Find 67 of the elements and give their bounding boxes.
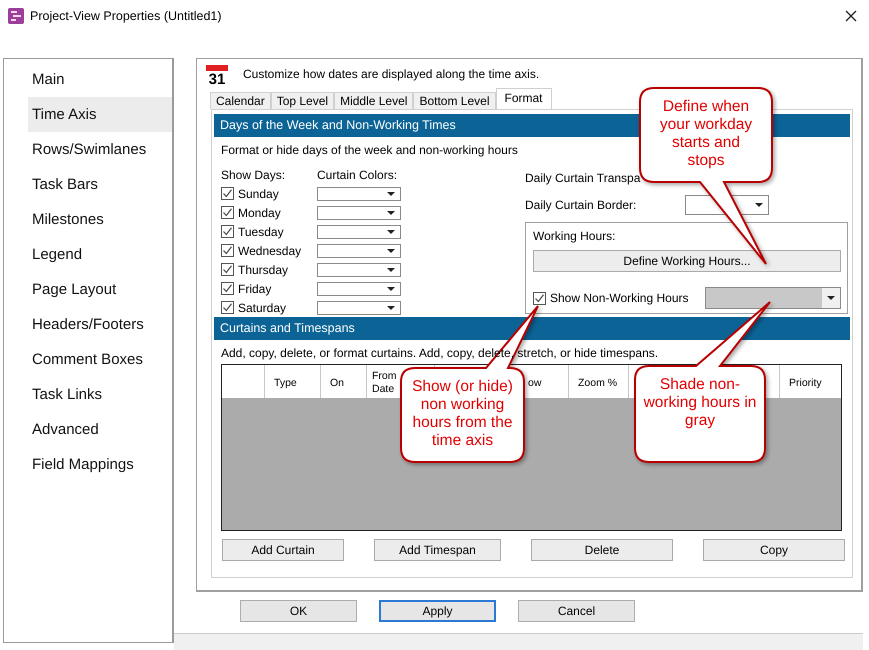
callout-text: Shade non-working hours in gray — [642, 376, 758, 430]
checkbox[interactable] — [221, 225, 234, 238]
sidebar-item[interactable]: Main — [28, 62, 172, 97]
tab[interactable]: Bottom Level — [413, 92, 496, 109]
section-header: Curtains and Timespans — [214, 317, 850, 340]
curtain-colors-label: Curtain Colors: — [317, 168, 398, 182]
day-label: Friday — [238, 282, 272, 296]
close-icon[interactable] — [845, 10, 857, 22]
day-label: Wednesday — [238, 244, 302, 258]
column-header: Type — [274, 376, 298, 390]
color-dropdown[interactable] — [317, 300, 401, 314]
sidebar-item[interactable]: Comment Boxes — [28, 342, 172, 377]
day-label: Sunday — [238, 186, 279, 200]
column-header: Priority — [789, 376, 823, 390]
column-header: On — [330, 376, 346, 390]
define-working-hours-button[interactable]: Define Working Hours... — [533, 250, 841, 272]
color-dropdown[interactable] — [317, 282, 401, 296]
checkbox[interactable] — [221, 301, 234, 314]
show-days-label: Show Days: — [221, 168, 286, 182]
day-label: Tuesday — [238, 224, 284, 238]
table-button[interactable]: Copy — [703, 539, 845, 561]
shade-color-dropdown[interactable] — [705, 287, 841, 309]
sidebar-item[interactable]: Field Mappings — [28, 447, 172, 482]
tab[interactable]: Top Level — [270, 92, 334, 109]
checkbox[interactable] — [221, 187, 234, 200]
color-dropdown[interactable] — [317, 262, 401, 276]
table-button[interactable]: Delete — [531, 539, 673, 561]
dialog-button[interactable]: Apply — [379, 600, 496, 622]
dialog-button[interactable]: OK — [240, 600, 357, 622]
show-non-working-label: Show Non-Working Hours — [550, 291, 688, 305]
checkbox[interactable] — [221, 244, 234, 257]
sidebar-item[interactable]: Milestones — [28, 202, 172, 237]
checkbox[interactable] — [221, 206, 234, 219]
dialog-button[interactable]: Cancel — [518, 600, 635, 622]
sidebar-item[interactable]: Page Layout — [28, 272, 172, 307]
color-dropdown[interactable] — [317, 224, 401, 238]
tab[interactable]: Calendar — [210, 92, 271, 109]
sidebar-item[interactable]: Task Links — [28, 377, 172, 412]
day-label: Saturday — [238, 300, 286, 314]
sidebar-item[interactable]: Legend — [28, 237, 172, 272]
section-description: Format or hide days of the week and non-working hours — [221, 143, 518, 157]
checkbox[interactable] — [221, 263, 234, 276]
checkbox[interactable] — [533, 292, 546, 304]
sidebar-item[interactable]: Headers/Footers — [28, 307, 172, 342]
sidebar-item[interactable]: Task Bars — [28, 167, 172, 202]
table-button[interactable]: Add Curtain — [222, 539, 344, 561]
window-title: Project-View Properties (Untitled1) — [30, 9, 222, 23]
day-label: Thursday — [238, 262, 288, 276]
table-button[interactable]: Add Timespan — [374, 539, 501, 561]
tab[interactable]: Middle Level — [334, 92, 414, 109]
color-dropdown[interactable] — [317, 186, 401, 200]
working-hours-label: Working Hours: — [533, 229, 616, 245]
transparency-label: Daily Curtain Transpa — [525, 170, 642, 184]
day-label: Monday — [238, 206, 281, 220]
sidebar-item[interactable]: Time Axis — [28, 97, 172, 132]
color-dropdown[interactable] — [317, 244, 401, 258]
app-icon — [8, 8, 24, 24]
column-header: Zoom % — [578, 376, 618, 390]
sidebar-item[interactable]: Rows/Swimlanes — [28, 132, 172, 167]
border-label: Daily Curtain Border: — [525, 198, 638, 212]
checkbox[interactable] — [221, 282, 234, 295]
header-text: Customize how dates are displayed along the time axis. — [243, 67, 540, 81]
sidebar-item[interactable]: Advanced — [28, 412, 172, 447]
column-header: From Date — [372, 370, 398, 396]
tab[interactable]: Format — [496, 88, 552, 109]
callout-text: Show (or hide) non working hours from the time axis — [411, 378, 514, 450]
color-dropdown[interactable] — [317, 206, 401, 220]
